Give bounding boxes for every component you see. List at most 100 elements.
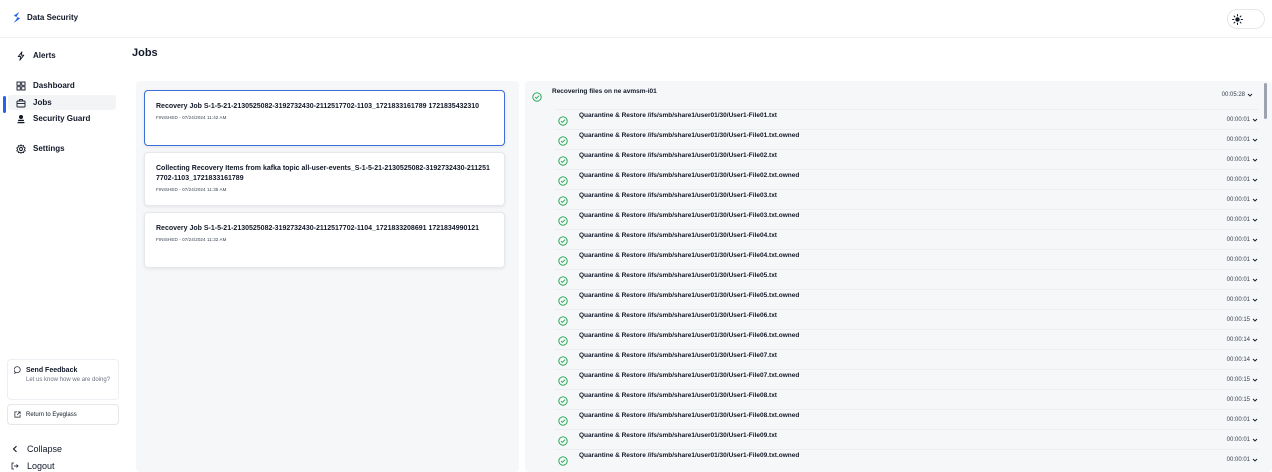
sidebar-item-label: Alerts	[33, 51, 56, 60]
chevron-down-icon	[1247, 93, 1253, 97]
step-row[interactable]: Quarantine & Restore /ifs/smb/share1/use…	[555, 349, 1258, 369]
step-row[interactable]: Quarantine & Restore /ifs/smb/share1/use…	[555, 149, 1258, 169]
step-label: Quarantine & Restore /ifs/smb/share1/use…	[579, 232, 777, 239]
alerts-icon	[17, 50, 25, 61]
step-row[interactable]: Quarantine & Restore /ifs/smb/share1/use…	[555, 369, 1258, 389]
step-row[interactable]: Quarantine & Restore /ifs/smb/share1/use…	[555, 209, 1258, 229]
logout-button[interactable]: Logout	[11, 461, 55, 471]
job-card[interactable]: Recovery Job S-1-5-21-2130525082-3192732…	[144, 212, 505, 268]
duration-text: 00:00:01	[1226, 237, 1250, 243]
step-row[interactable]: Quarantine & Restore /ifs/smb/share1/use…	[555, 109, 1258, 129]
step-row[interactable]: Quarantine & Restore /ifs/smb/share1/use…	[555, 309, 1258, 329]
step-duration[interactable]: 00:00:15	[1227, 317, 1258, 323]
check-circle-icon	[558, 116, 568, 126]
sidebar-item-settings[interactable]: Settings	[8, 141, 116, 156]
chevron-down-icon	[1252, 218, 1258, 222]
job-status: FINISHED - 07/24/2024 11:32 AM	[156, 237, 227, 242]
chevron-down-icon	[1252, 238, 1258, 242]
step-duration[interactable]: 00:00:14	[1227, 357, 1258, 363]
step-label: Quarantine & Restore /ifs/smb/share1/use…	[579, 272, 777, 279]
step-duration[interactable]: 00:00:01	[1227, 137, 1258, 143]
job-name: Collecting Recovery Items from kafka top…	[156, 165, 490, 182]
step-duration[interactable]: 00:00:01	[1227, 197, 1258, 203]
chevron-down-icon	[1252, 378, 1258, 382]
feedback-title: Send Feedback	[26, 366, 78, 374]
step-duration[interactable]: 00:00:01	[1227, 297, 1258, 303]
chevron-down-icon	[1252, 458, 1258, 462]
jobs-icon	[16, 98, 26, 107]
step-row[interactable]: Quarantine & Restore /ifs/smb/share1/use…	[555, 249, 1258, 269]
check-circle-icon	[558, 196, 568, 206]
sidebar-item-dashboard[interactable]: Dashboard	[8, 78, 116, 93]
chat-icon	[14, 366, 21, 374]
root-task-row[interactable]: Recovering files on ne avmsm-i01 00:05:2…	[525, 81, 1258, 109]
jobs-list: Recovery Job S-1-5-21-2130525082-3192732…	[136, 81, 519, 472]
sidebar-item-alerts[interactable]: Alerts	[8, 48, 116, 63]
sun-icon[interactable]	[1231, 13, 1243, 25]
duration-text: 00:00:01	[1226, 117, 1250, 123]
chevron-down-icon	[1252, 178, 1258, 182]
step-row[interactable]: Quarantine & Restore /ifs/smb/share1/use…	[555, 409, 1258, 429]
step-duration[interactable]: 00:00:15	[1227, 397, 1258, 403]
step-row[interactable]: Quarantine & Restore /ifs/smb/share1/use…	[555, 429, 1258, 449]
check-circle-icon	[558, 396, 568, 406]
collapse-button[interactable]: Collapse	[11, 444, 62, 454]
chevron-down-icon	[1252, 118, 1258, 122]
step-duration[interactable]: 00:00:01	[1227, 217, 1258, 223]
step-duration[interactable]: 00:00:01	[1227, 277, 1258, 283]
step-label: Quarantine & Restore /ifs/smb/share1/use…	[579, 412, 800, 419]
check-circle-icon	[558, 376, 568, 386]
duration-text: 00:00:01	[1226, 217, 1250, 223]
sidebar-item-security-guard[interactable]: Security Guard	[8, 111, 116, 126]
step-label: Quarantine & Restore /ifs/smb/share1/use…	[579, 112, 777, 119]
moon-icon[interactable]	[1250, 14, 1261, 25]
step-duration[interactable]: 00:00:15	[1227, 377, 1258, 383]
step-row[interactable]: Quarantine & Restore /ifs/smb/share1/use…	[555, 329, 1258, 349]
duration-text: 00:00:01	[1226, 417, 1250, 423]
job-card[interactable]: Collecting Recovery Items from kafka top…	[144, 152, 505, 206]
step-row[interactable]: Quarantine & Restore /ifs/smb/share1/use…	[555, 229, 1258, 249]
check-circle-icon	[558, 336, 568, 346]
duration-text: 00:00:01	[1226, 437, 1250, 443]
check-circle-icon	[558, 416, 568, 426]
chevron-down-icon	[1252, 418, 1258, 422]
collapse-label: Collapse	[27, 444, 63, 454]
step-row[interactable]: Quarantine & Restore /ifs/smb/share1/use…	[555, 389, 1258, 409]
check-circle-icon	[558, 176, 568, 186]
step-duration[interactable]: 00:00:01	[1227, 237, 1258, 243]
job-status: FINISHED - 07/24/2024 11:42 AM	[156, 115, 227, 120]
duration-text: 00:00:15	[1226, 397, 1250, 403]
theme-toggle[interactable]	[1227, 9, 1265, 29]
step-duration[interactable]: 00:00:14	[1227, 337, 1258, 343]
check-circle-icon	[558, 156, 568, 166]
step-duration[interactable]: 00:00:01	[1227, 177, 1258, 183]
duration-text: 00:00:01	[1226, 297, 1250, 303]
step-duration[interactable]: 00:00:01	[1227, 457, 1258, 463]
job-card[interactable]: Recovery Job S-1-5-21-2130525082-3192732…	[144, 90, 505, 146]
chevron-down-icon	[1252, 158, 1258, 162]
step-duration[interactable]: 00:00:01	[1227, 417, 1258, 423]
step-row[interactable]: Quarantine & Restore /ifs/smb/share1/use…	[555, 189, 1258, 209]
send-feedback-card[interactable]: Send Feedback Let us know how we are doi…	[7, 359, 119, 400]
logout-icon	[11, 462, 19, 470]
brand[interactable]: Data Security	[11, 11, 78, 24]
step-label: Quarantine & Restore /ifs/smb/share1/use…	[579, 332, 800, 339]
scrollbar[interactable]	[1264, 83, 1267, 119]
step-row[interactable]: Quarantine & Restore /ifs/smb/share1/use…	[555, 269, 1258, 289]
step-row[interactable]: Quarantine & Restore /ifs/smb/share1/use…	[555, 289, 1258, 309]
step-duration[interactable]: 00:00:01	[1227, 257, 1258, 263]
step-row[interactable]: Quarantine & Restore /ifs/smb/share1/use…	[555, 129, 1258, 149]
root-task-duration[interactable]: 00:05:28	[1222, 92, 1253, 98]
app-title: Data Security	[27, 13, 79, 22]
return-to-eyeglass-button[interactable]: Return to Eyeglass	[7, 404, 119, 425]
step-label: Quarantine & Restore /ifs/smb/share1/use…	[579, 192, 777, 199]
step-duration[interactable]: 00:00:01	[1227, 437, 1258, 443]
chevron-down-icon	[1252, 278, 1258, 282]
duration-text: 00:00:01	[1226, 177, 1250, 183]
sidebar-item-jobs[interactable]: Jobs	[8, 95, 116, 110]
step-duration[interactable]: 00:00:01	[1227, 157, 1258, 163]
dashboard-icon	[16, 81, 26, 90]
step-row[interactable]: Quarantine & Restore /ifs/smb/share1/use…	[555, 169, 1258, 189]
step-row[interactable]: Quarantine & Restore /ifs/smb/share1/use…	[555, 449, 1258, 469]
step-duration[interactable]: 00:00:01	[1227, 117, 1258, 123]
